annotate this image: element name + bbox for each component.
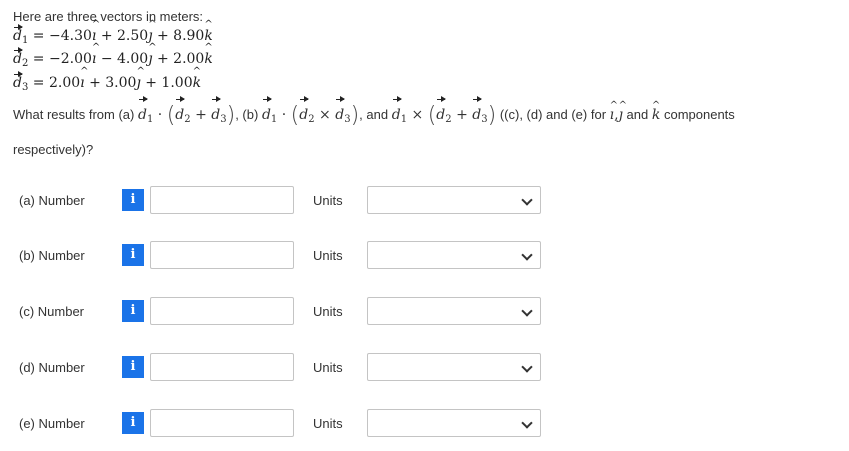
chevron-down-icon — [521, 417, 533, 429]
row-label: (d) Number — [19, 360, 85, 375]
d1-i-value: = −4.30 — [32, 28, 92, 44]
units-select[interactable] — [367, 241, 541, 269]
row-label: (b) Number — [19, 248, 85, 263]
answer-row-a: (a) Number i Units — [0, 186, 849, 216]
row-label: (c) Number — [19, 304, 85, 319]
row-label: (e) Number — [19, 416, 85, 431]
d1-k-value: + 8.90 — [156, 28, 205, 44]
units-label: Units — [313, 248, 343, 263]
info-icon[interactable]: i — [122, 412, 144, 434]
d2-i-value: = −2.00 — [32, 51, 92, 67]
chevron-down-icon — [521, 305, 533, 317]
answer-row-c: (c) Number i Units — [0, 297, 849, 327]
intro-text: Here are three vectors in meters: — [13, 9, 204, 24]
d3-j-value: + 3.00 — [89, 75, 137, 91]
number-input[interactable] — [150, 241, 294, 269]
number-input[interactable] — [150, 297, 294, 325]
answer-row-d: (d) Number i Units — [0, 353, 849, 383]
units-select[interactable] — [367, 297, 541, 325]
info-icon[interactable]: i — [122, 356, 144, 378]
row-label: (a) Number — [19, 193, 85, 208]
number-input[interactable] — [150, 353, 294, 381]
units-label: Units — [313, 193, 343, 208]
d2-j-value: − 4.00 — [100, 51, 149, 67]
d1-j-value: + 2.50 — [100, 28, 149, 44]
chevron-down-icon — [521, 361, 533, 373]
units-label: Units — [313, 416, 343, 431]
d3-i-value: = 2.00 — [32, 75, 81, 91]
units-label: Units — [313, 360, 343, 375]
answer-row-b: (b) Number i Units — [0, 241, 849, 271]
vector-d2-equation: d2 = −2.00ı − 4.00ȷ + 2.00k — [13, 42, 213, 69]
chevron-down-icon — [521, 194, 533, 206]
units-label: Units — [313, 304, 343, 319]
vector-d3-equation: d3 = 2.00ı + 3.00ȷ + 1.00k — [13, 66, 202, 93]
d3-k-value: + 1.00 — [145, 75, 193, 91]
answer-row-e: (e) Number i Units — [0, 409, 849, 439]
units-select[interactable] — [367, 409, 541, 437]
units-select[interactable] — [367, 353, 541, 381]
number-input[interactable] — [150, 186, 294, 214]
units-select[interactable] — [367, 186, 541, 214]
info-icon[interactable]: i — [122, 244, 144, 266]
info-icon[interactable]: i — [122, 300, 144, 322]
info-icon[interactable]: i — [122, 189, 144, 211]
vector-d1-equation: d1 = −4.30ı + 2.50ȷ + 8.90k — [13, 19, 213, 46]
chevron-down-icon — [521, 249, 533, 261]
question-text: What results from (a) d1 · (d2 + d3), (b… — [13, 91, 843, 165]
d2-k-value: + 2.00 — [156, 51, 205, 67]
number-input[interactable] — [150, 409, 294, 437]
